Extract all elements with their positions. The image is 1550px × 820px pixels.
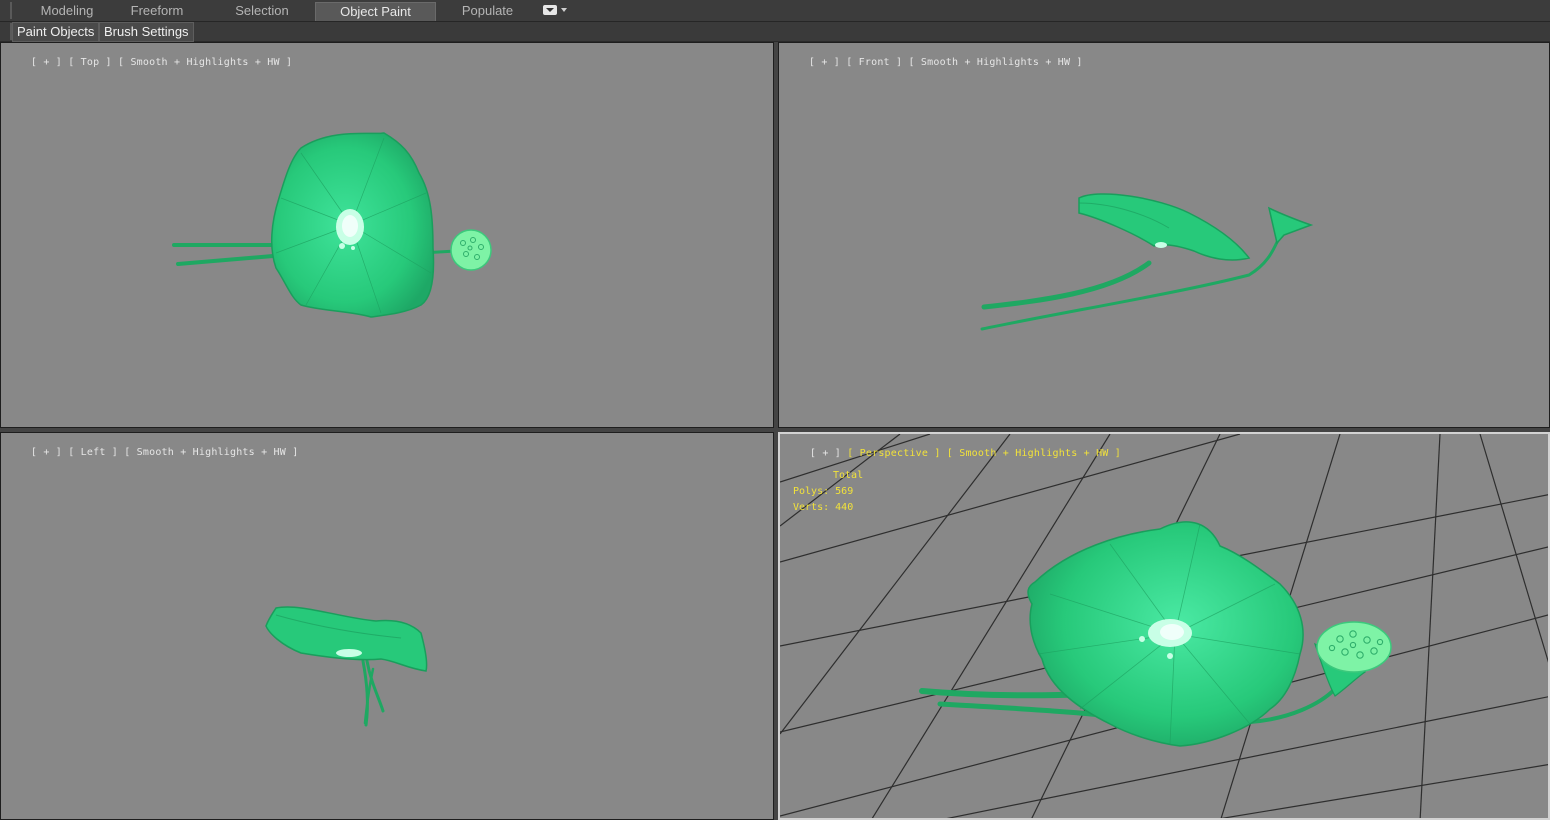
tab-modeling[interactable]: Modeling [24,2,110,20]
grid-line [1220,764,1548,818]
viewport-front[interactable]: [ + ] [ Front ] [ Smooth + Highlights + … [778,42,1550,428]
tab-bar-grip[interactable] [10,2,12,19]
tab-selection[interactable]: Selection [212,2,312,20]
ribbon-options-icon[interactable] [543,5,567,17]
grid-line [1419,434,1441,818]
viewport-view-menu[interactable]: [ Perspective ] [847,448,940,459]
lotus-left-view [265,606,428,727]
verts-value: 440 [835,502,854,513]
perspective-scene [780,434,1548,818]
viewport-left[interactable]: [ + ] [ Left ] [ Smooth + Highlights + H… [0,432,774,820]
tab-freeform[interactable]: Freeform [114,2,200,20]
viewport-plus-menu[interactable]: [ + ] [810,448,841,459]
viewport-shading-menu[interactable]: [ Smooth + Highlights + HW ] [947,448,1121,459]
ribbon-tab-bar: Modeling Freeform Selection Object Paint… [0,0,1550,22]
tab-object-paint[interactable]: Object Paint [315,2,436,21]
dropdown-box-icon [543,5,557,15]
tab-populate[interactable]: Populate [440,2,535,20]
brush-settings-button[interactable]: Brush Settings [99,22,194,42]
leaf-shape [265,606,428,672]
viewport-top[interactable]: [ + ] [ Top ] [ Smooth + Highlights + HW… [0,42,774,428]
viewport-perspective[interactable]: [ + ] [ Perspective ] [ Smooth + Highlig… [778,432,1550,820]
stats-verts: Verts: 440 [793,500,863,516]
leaf-shape [1078,193,1251,261]
scene-statistics: Total Polys: 569 Verts: 440 [793,468,863,516]
stats-header: Total [833,470,864,481]
verts-label: Verts: [793,502,830,513]
polys-value: 569 [835,486,854,497]
lotus-front-view [980,193,1314,331]
caret-down-icon [561,8,567,12]
ribbon-panel: Paint Objects Brush Settings [0,22,1550,42]
paint-objects-button[interactable]: Paint Objects [12,22,100,42]
polys-label: Polys: [793,486,830,497]
stats-polys: Polys: 569 [793,484,863,500]
grid-line [1479,434,1548,663]
lotus-top-view [172,132,492,318]
viewport-label: [ + ] [ Perspective ] [ Smooth + Highlig… [785,437,1121,470]
seed-pod [1267,206,1314,245]
